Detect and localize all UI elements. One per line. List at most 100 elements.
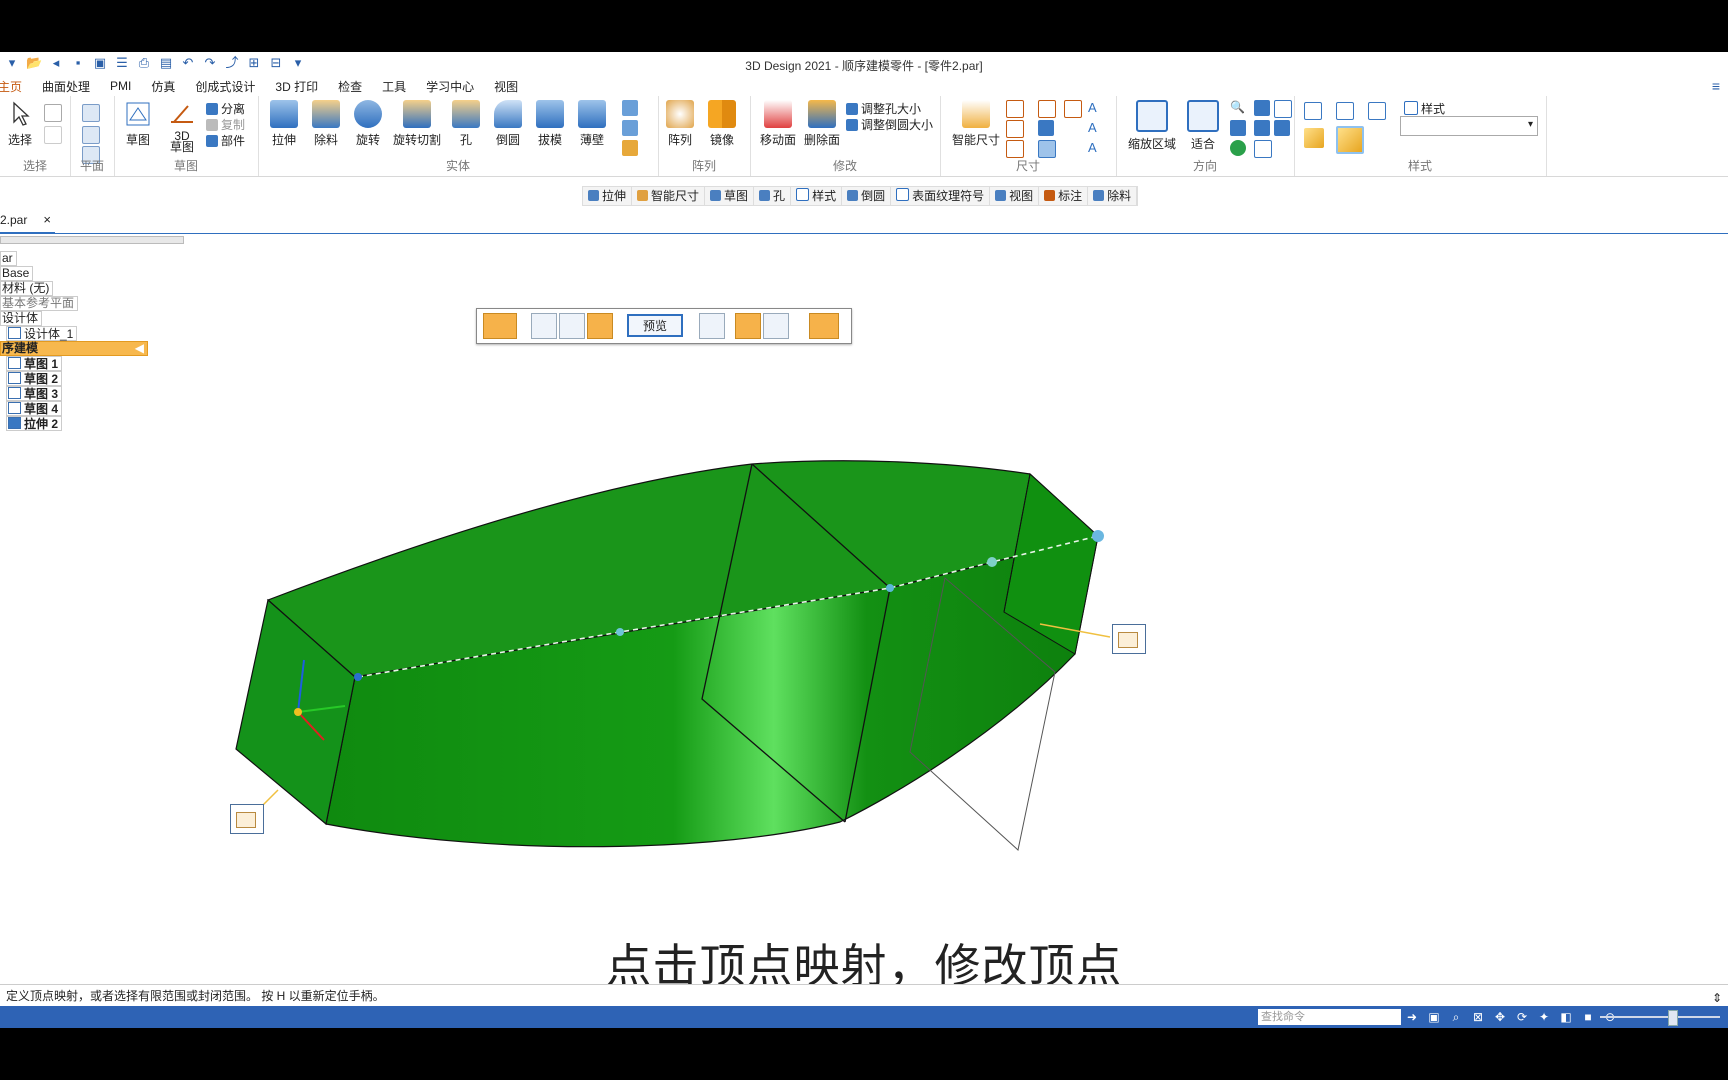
rotate-icon[interactable]: ⟳ [1514, 1009, 1530, 1025]
cmd-round[interactable]: 倒圆 [842, 187, 892, 205]
zoom-area-button[interactable]: 缩放区域 [1124, 100, 1180, 152]
select-filter-icon[interactable] [44, 104, 62, 122]
document-tab[interactable]: 2.par × [0, 208, 55, 234]
spin-icon[interactable] [1254, 100, 1270, 116]
cmd-hole[interactable]: 孔 [754, 187, 792, 205]
vertex-callout-right[interactable] [1112, 624, 1146, 654]
tree-item-ordered-modeling[interactable]: 序建模 ◀ [0, 341, 148, 356]
closed-loft-icon[interactable] [763, 313, 789, 339]
delete-face-button[interactable]: 删除面 [800, 100, 844, 148]
vertex-handle-5[interactable] [1092, 530, 1104, 542]
cmd-annotation[interactable]: 标注 [1039, 187, 1089, 205]
tree-item-sketch-2[interactable]: 草图 2 [6, 371, 63, 386]
tree-item-sketch-4[interactable]: 草图 4 [6, 401, 63, 416]
coordinate-dim-icon[interactable] [1006, 140, 1024, 158]
thin-wall-button[interactable]: 薄壁 [572, 100, 612, 148]
rotate-icon[interactable] [1230, 140, 1246, 156]
spin-icon[interactable]: ✦ [1536, 1009, 1552, 1025]
vertex-handle-3[interactable] [886, 584, 894, 592]
tab-home[interactable]: 主页 [0, 78, 32, 95]
3d-sketch-button[interactable]: 3D 草图 [162, 100, 202, 153]
leader-icon[interactable]: A [1088, 140, 1104, 156]
offset-plane-icon[interactable] [82, 126, 100, 144]
part-button[interactable]: 部件 [206, 132, 245, 149]
tree-item-design-body-1[interactable]: 设计体_1 [6, 326, 78, 341]
cutout-button[interactable]: 除料 [306, 100, 346, 148]
cmd-style[interactable]: 样式 [791, 187, 843, 205]
separate-button[interactable]: 分离 [206, 100, 245, 117]
symmetric-icon[interactable] [1038, 120, 1054, 136]
distance-dim-icon[interactable] [1006, 100, 1024, 118]
draft-button[interactable]: 拔模 [530, 100, 570, 148]
sketch-view-icon[interactable] [1254, 140, 1272, 158]
cmd-extrude[interactable]: 拉伸 [583, 187, 633, 205]
tree-item-design-body[interactable]: 设计体 [0, 311, 43, 326]
close-icon[interactable]: × [43, 208, 51, 232]
view-style-icon[interactable]: ◧ [1558, 1009, 1574, 1025]
copy-button[interactable]: 复制 [206, 116, 245, 133]
collapse-arrow-icon[interactable]: ◀ [135, 342, 144, 355]
iso-view-icon[interactable] [1304, 102, 1322, 120]
zoom-icon[interactable]: ⌕ [1448, 1009, 1464, 1025]
preview-button[interactable]: 预览 [627, 314, 683, 337]
dimetric-view-icon[interactable] [1336, 102, 1354, 120]
grid-icon[interactable] [1038, 140, 1056, 158]
zoom-icon[interactable]: 🔍 [1230, 100, 1246, 116]
sketch-button[interactable]: 草图 [118, 100, 158, 148]
model-canvas[interactable] [0, 235, 1728, 1028]
tree-item-file[interactable]: ar [0, 251, 17, 266]
loft-options-icon[interactable] [483, 313, 517, 339]
text-icon[interactable]: A [1088, 120, 1104, 136]
extent-step-icon[interactable] [699, 313, 725, 339]
cross-section-step-icon[interactable] [531, 313, 557, 339]
tab-tools[interactable]: 工具 [372, 78, 416, 95]
look-at-icon[interactable] [1274, 120, 1290, 136]
command-search-input[interactable]: 查找命令 [1258, 1009, 1401, 1025]
graphics-viewport[interactable] [0, 235, 1728, 1028]
tree-item-base-planes[interactable]: 基本参考平面 [0, 296, 79, 311]
tab-inspect[interactable]: 检查 [328, 78, 372, 95]
options-panel-icon[interactable] [809, 313, 839, 339]
tab-3d-print[interactable]: 3D 打印 [265, 78, 328, 95]
select-area-icon[interactable] [44, 126, 62, 144]
angle-dim-icon[interactable] [1006, 120, 1024, 138]
pattern-button[interactable]: 阵列 [660, 100, 700, 148]
vertex-handle-1[interactable] [354, 673, 362, 681]
round-button[interactable]: 倒圆 [488, 100, 528, 148]
pan-icon[interactable]: ✥ [1492, 1009, 1508, 1025]
shaded-icon[interactable] [1304, 128, 1324, 148]
resize-hole-button[interactable]: 调整孔大小 [846, 100, 921, 117]
named-view-icon[interactable] [1274, 100, 1292, 118]
annotation-icon[interactable]: A [1088, 100, 1104, 116]
guide-curve-step-icon[interactable] [559, 313, 585, 339]
vertex-handle-4[interactable] [987, 557, 997, 567]
web-network-icon[interactable] [622, 140, 638, 156]
tab-surfacing[interactable]: 曲面处理 [32, 78, 100, 95]
cmd-smart-dimension[interactable]: 智能尺寸 [632, 187, 706, 205]
tab-pmi[interactable]: PMI [100, 79, 141, 93]
tab-generative-design[interactable]: 创成式设计 [185, 78, 265, 95]
tree-item-sketch-1[interactable]: 草图 1 [6, 356, 63, 371]
tree-item-extrude-2[interactable]: 拉伸 2 [6, 416, 63, 431]
resize-round-button[interactable]: 调整倒圆大小 [846, 116, 933, 133]
shaded-with-edges-icon[interactable] [1336, 126, 1364, 154]
tab-simulation[interactable]: 仿真 [141, 78, 185, 95]
pan-icon[interactable] [1230, 120, 1246, 136]
hole-button[interactable]: 孔 [446, 100, 486, 148]
chamfer-icon[interactable] [622, 100, 638, 116]
tab-learning-center[interactable]: 学习中心 [416, 78, 484, 95]
fit-button[interactable]: 适合 [1180, 100, 1226, 152]
vertex-callout-left[interactable] [230, 804, 264, 834]
cmd-view[interactable]: 视图 [990, 187, 1040, 205]
help-icon[interactable]: ≡ [1712, 78, 1720, 94]
extrude-button[interactable]: 拉伸 [264, 100, 304, 148]
rib-icon[interactable] [622, 120, 638, 136]
cmd-sketch[interactable]: 草图 [705, 187, 755, 205]
open-loft-icon[interactable] [735, 313, 761, 339]
trimetric-view-icon[interactable] [1368, 102, 1386, 120]
tab-view[interactable]: 视图 [484, 78, 528, 95]
vertex-handle-2[interactable] [616, 628, 624, 636]
shading-icon[interactable]: ■ [1580, 1009, 1596, 1025]
move-face-button[interactable]: 移动面 [756, 100, 800, 148]
tree-item-material[interactable]: 材料 (无) [0, 281, 54, 296]
